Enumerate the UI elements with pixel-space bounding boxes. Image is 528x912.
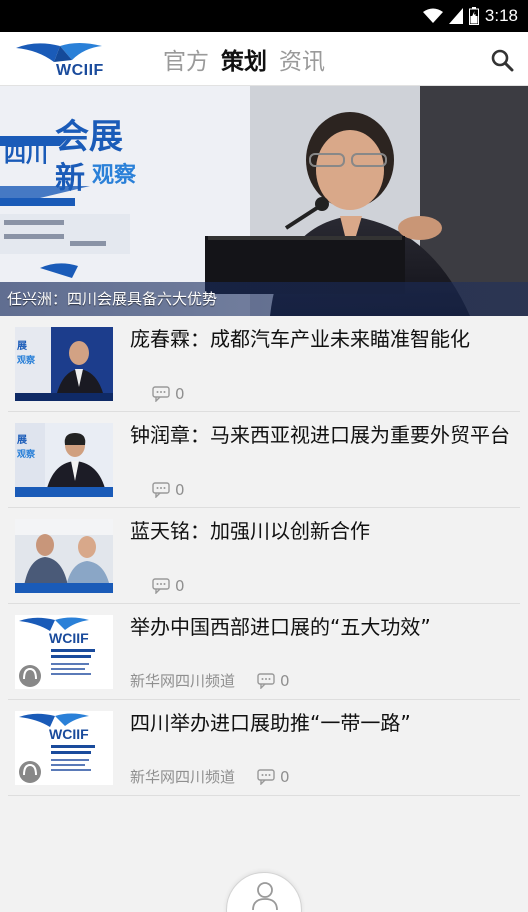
- wifi-icon: [422, 8, 443, 23]
- app-header: WCIIF 官方 策划 资讯: [0, 32, 528, 86]
- svg-text:观察: 观察: [92, 162, 137, 188]
- tab-news[interactable]: 资讯: [279, 42, 325, 76]
- svg-text:会展: 会展: [55, 117, 123, 157]
- article-meta: 0: [130, 481, 185, 499]
- comment-count-value: 0: [280, 767, 290, 786]
- article-item[interactable]: WCIIF 四川举办进口展助推“一带一路” 新华网四川频道 0: [8, 700, 520, 796]
- user-profile-button[interactable]: [226, 872, 302, 912]
- article-thumbnail: WCIIF: [15, 711, 113, 785]
- status-icons: 3:18: [422, 5, 518, 27]
- clock: 3:18: [484, 6, 518, 25]
- article-meta: 新华网四川频道 0: [130, 766, 290, 787]
- hero-caption-bar: 任兴洲：四川会展具备六大优势: [0, 282, 528, 316]
- comment-count: 0: [152, 481, 185, 499]
- article-thumbnail: WCIIF: [15, 615, 113, 689]
- svg-text:WCIIF: WCIIF: [49, 630, 89, 646]
- article-title: 庞春霖：成都汽车产业未来瞄准智能化: [130, 327, 470, 351]
- wciif-thumbnail: WCIIF: [15, 615, 113, 689]
- article-thumbnail: 展 观察: [15, 327, 113, 401]
- signal-icon: [448, 8, 463, 24]
- article-source: 新华网四川频道: [130, 672, 236, 690]
- article-title: 举办中国西部进口展的“五大功效”: [130, 615, 431, 639]
- status-bar: 3:18: [0, 0, 528, 32]
- hero-caption: 任兴洲：四川会展具备六大优势: [7, 290, 218, 308]
- comment-count: 0: [152, 385, 185, 403]
- svg-text:观察: 观察: [17, 448, 36, 460]
- article-meta: 0: [130, 385, 185, 403]
- comment-icon: [152, 578, 170, 594]
- battery-icon: [468, 7, 479, 25]
- article-meta: 0: [130, 577, 185, 595]
- svg-text:展: 展: [17, 434, 27, 446]
- speaker-photo: 展 观察: [15, 423, 113, 497]
- speaker-photo: 展 观察: [15, 327, 113, 401]
- comment-count-value: 0: [280, 671, 290, 690]
- svg-text:四川: 四川: [4, 143, 48, 168]
- comment-count: 0: [257, 672, 290, 690]
- comment-count: 0: [257, 768, 290, 786]
- article-item[interactable]: 展 观察 庞春霖：成都汽车产业未来瞄准智能化 0: [8, 316, 520, 412]
- comment-icon: [152, 482, 170, 498]
- logo-mark-icon: [16, 43, 102, 62]
- tab-planning[interactable]: 策划: [221, 42, 267, 76]
- tab-official[interactable]: 官方: [163, 42, 209, 76]
- category-tabs: 官方 策划 资讯: [163, 42, 325, 76]
- article-item[interactable]: 蓝天铭：加强川以创新合作 0: [8, 508, 520, 604]
- article-meta: 新华网四川频道 0: [130, 670, 290, 691]
- svg-text:WCIIF: WCIIF: [49, 726, 89, 742]
- speakers-photo: [15, 519, 113, 593]
- article-title: 四川举办进口展助推“一带一路”: [130, 711, 411, 735]
- svg-text:观察: 观察: [17, 354, 36, 366]
- article-title: 蓝天铭：加强川以创新合作: [130, 519, 370, 543]
- article-item[interactable]: WCIIF 举办中国西部进口展的“五大功效” 新华网四川频道 0: [8, 604, 520, 700]
- comment-count-value: 0: [175, 385, 185, 403]
- article-list: 展 观察 庞春霖：成都汽车产业未来瞄准智能化 0 展 观察 钟润章：马来西亚视进…: [0, 316, 528, 796]
- wciif-thumbnail: WCIIF: [15, 711, 113, 785]
- comment-count-value: 0: [175, 481, 185, 499]
- search-icon[interactable]: [490, 48, 514, 72]
- logo-text: WCIIF: [56, 62, 104, 79]
- svg-text:新: 新: [55, 161, 85, 196]
- hero-banner[interactable]: 四川 会展 新 观察 任兴洲：四川会展具备六大优势: [0, 86, 528, 316]
- article-title: 钟润章：马来西亚视进口展为重要外贸平台: [130, 423, 510, 447]
- article-item[interactable]: 展 观察 钟润章：马来西亚视进口展为重要外贸平台 0: [8, 412, 520, 508]
- article-source: 新华网四川频道: [130, 768, 236, 786]
- article-thumbnail: 展 观察: [15, 423, 113, 497]
- article-thumbnail: [15, 519, 113, 593]
- user-icon: [252, 882, 278, 911]
- comment-count-value: 0: [175, 577, 185, 595]
- svg-text:展: 展: [17, 340, 27, 352]
- wciif-logo[interactable]: WCIIF: [14, 40, 106, 80]
- comment-icon: [152, 386, 170, 402]
- comment-icon: [257, 672, 275, 689]
- comment-icon: [257, 768, 275, 785]
- comment-count: 0: [152, 577, 185, 595]
